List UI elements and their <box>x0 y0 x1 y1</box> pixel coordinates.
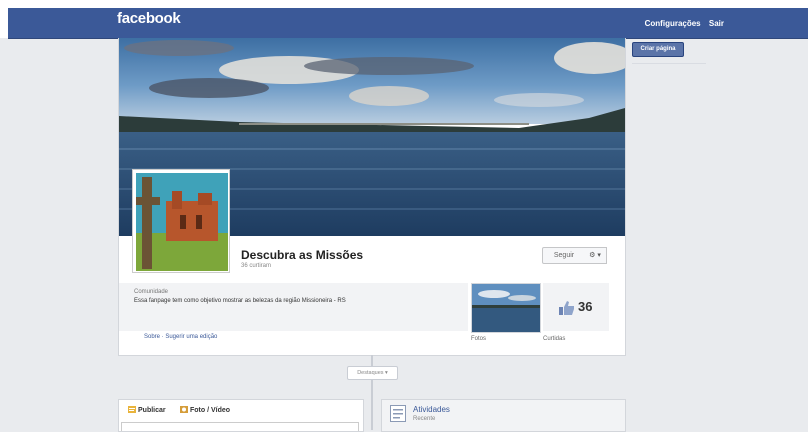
activity-icon <box>390 405 406 422</box>
activity-subtitle: Recente <box>413 416 436 422</box>
profile-picture[interactable] <box>132 169 230 273</box>
top-links: Configurações Sair <box>639 19 724 28</box>
tab-publish-label: Publicar <box>138 407 166 414</box>
settings-dropdown-button[interactable]: ⚙ ▾ <box>584 247 607 264</box>
highlights-dropdown[interactable]: Destaques ▾ <box>347 366 398 380</box>
likes-box[interactable] <box>543 283 609 331</box>
facebook-logo[interactable]: facebook <box>117 10 181 27</box>
likes-count[interactable]: 36 <box>578 299 592 314</box>
tab-photo-video[interactable]: Foto / Vídeo <box>180 406 230 414</box>
thumbs-up-icon <box>559 301 574 315</box>
follow-button-label: Seguir <box>553 252 575 259</box>
tab-photo-label: Foto / Vídeo <box>190 407 231 414</box>
create-page-button[interactable]: Criar página <box>632 42 684 57</box>
about-box <box>119 283 468 331</box>
follow-button[interactable]: Seguir <box>542 247 586 264</box>
sidebar-divider <box>632 63 706 64</box>
likes-summary[interactable]: 36 curtiram <box>241 263 271 269</box>
photo-icon <box>180 406 188 413</box>
photos-label[interactable]: Fotos <box>471 336 486 342</box>
page-category: Comunidade <box>134 289 169 295</box>
page-description: Essa fanpage tem como objetivo mostrar a… <box>134 298 346 304</box>
settings-link[interactable]: Configurações <box>645 19 701 28</box>
likes-label[interactable]: Curtidas <box>543 336 565 342</box>
photos-thumbnail[interactable] <box>471 283 541 333</box>
page-title[interactable]: Descubra as Missões <box>241 248 363 262</box>
tab-publish[interactable]: Publicar <box>128 406 166 414</box>
post-icon <box>128 406 136 413</box>
activity-title[interactable]: Atividades <box>413 405 450 414</box>
about-links[interactable]: Sobre · Sugerir uma edição <box>144 334 217 340</box>
logout-link[interactable]: Sair <box>709 19 724 28</box>
